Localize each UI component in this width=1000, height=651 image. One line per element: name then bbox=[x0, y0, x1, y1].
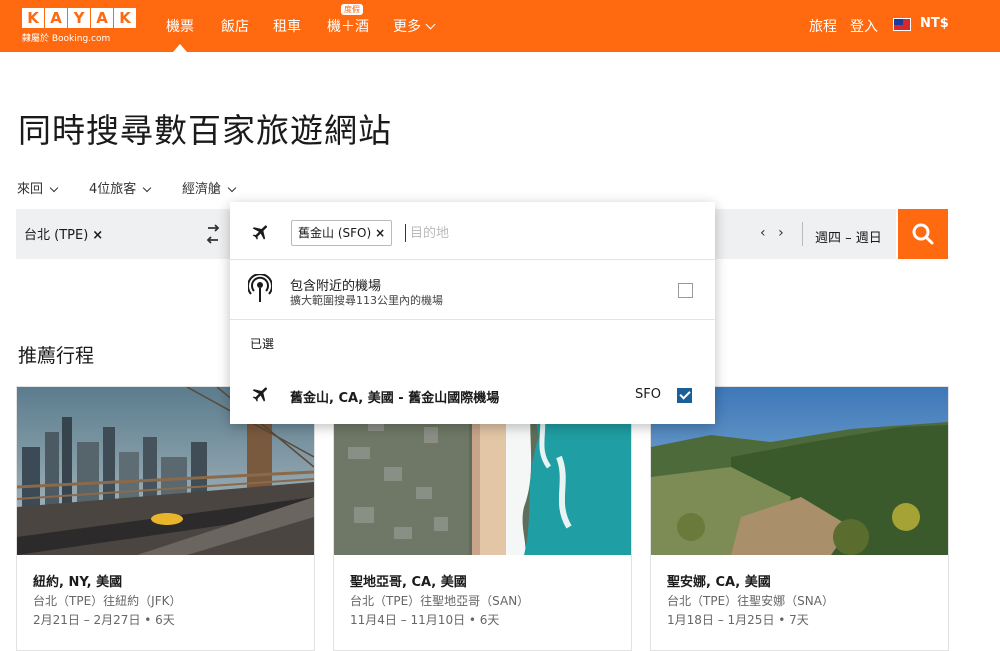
trip-card-new-york[interactable]: 紐約, NY, 美國 台北（TPE）往紐約（JFK） 2月21日 – 2月27日… bbox=[16, 386, 315, 651]
trip-card-san-diego[interactable]: 聖地亞哥, CA, 美國 台北（TPE）往聖地亞哥（SAN） 11月4日 – 1… bbox=[333, 386, 632, 651]
logo-letter: K bbox=[22, 8, 44, 28]
logo-letter: A bbox=[91, 8, 113, 28]
kayak-logo[interactable]: K A Y A K 隸屬於 Booking.com bbox=[22, 8, 136, 44]
card-dates: 11月4日 – 11月10日 • 6天 bbox=[350, 613, 500, 627]
nav-flights[interactable]: 機票 bbox=[166, 16, 194, 52]
nearby-airports-option[interactable]: 包含附近的機場 擴大範圍搜尋113公里內的機場 bbox=[230, 260, 715, 320]
cabin-dropdown[interactable]: 經濟艙 bbox=[182, 178, 237, 197]
origin-field[interactable]: 台北 (TPE) × bbox=[16, 209, 206, 259]
airplane-icon bbox=[252, 387, 267, 402]
selected-airport-row[interactable]: 舊金山, CA, 美國 - 舊金山國際機場 SFO bbox=[230, 374, 715, 416]
divider bbox=[802, 222, 803, 246]
selected-airport-name: 舊金山, CA, 美國 - 舊金山國際機場 bbox=[290, 391, 500, 406]
travelers-label: 4位旅客 bbox=[89, 182, 137, 197]
card-dates: 2月21日 – 2月27日 • 6天 bbox=[33, 613, 175, 627]
travelers-dropdown[interactable]: 4位旅客 bbox=[89, 178, 152, 197]
nav-cars[interactable]: 租車 bbox=[273, 16, 301, 36]
vacation-badge: 度假 bbox=[341, 4, 363, 15]
logo-letter: K bbox=[114, 8, 136, 28]
card-dates: 1月18日 – 1月25日 • 7天 bbox=[667, 613, 809, 627]
destination-input[interactable] bbox=[410, 220, 690, 246]
card-destination: 紐約, NY, 美國 bbox=[33, 575, 123, 590]
selected-airport-checkbox[interactable] bbox=[677, 388, 692, 403]
swap-icon[interactable] bbox=[206, 224, 220, 244]
nav-hotels[interactable]: 飯店 bbox=[221, 16, 249, 36]
nav-login[interactable]: 登入 bbox=[850, 16, 878, 36]
logo-letter: Y bbox=[68, 8, 90, 28]
chevron-down-icon bbox=[143, 183, 152, 193]
chevron-down-icon bbox=[49, 183, 59, 193]
recommended-title: 推薦行程 bbox=[18, 345, 95, 367]
logo-subtitle: 隸屬於 Booking.com bbox=[22, 34, 111, 44]
origin-chip[interactable]: 台北 (TPE) × bbox=[24, 224, 103, 243]
destination-chip[interactable]: 舊金山 (SFO) × bbox=[291, 220, 393, 246]
nearby-airports-checkbox[interactable] bbox=[678, 283, 693, 298]
logo-letters: K A Y A K bbox=[22, 8, 136, 28]
card-destination: 聖安娜, CA, 美國 bbox=[667, 575, 771, 590]
destination-chip-label: 舊金山 (SFO) bbox=[298, 226, 372, 240]
top-navigation-bar: K A Y A K 隸屬於 Booking.com 機票 飯店 租車 度假 機＋… bbox=[0, 0, 1000, 52]
card-route: 台北（TPE）往聖安娜（SNA） bbox=[667, 594, 834, 608]
logo-letter: A bbox=[45, 8, 67, 28]
chevron-down-icon bbox=[227, 183, 237, 193]
currency-selector[interactable]: NT$ bbox=[920, 16, 949, 31]
previous-date-button[interactable]: ‹ bbox=[760, 225, 766, 241]
nav-packages[interactable]: 機＋酒 bbox=[327, 16, 369, 36]
remove-destination-icon[interactable]: × bbox=[375, 226, 385, 240]
search-button[interactable] bbox=[898, 209, 948, 259]
trip-card-santa-ana[interactable]: 聖安娜, CA, 美國 台北（TPE）往聖安娜（SNA） 1月18日 – 1月2… bbox=[650, 386, 949, 651]
airplane-icon bbox=[252, 225, 267, 240]
card-route: 台北（TPE）往聖地亞哥（SAN） bbox=[350, 594, 530, 608]
text-cursor bbox=[405, 224, 406, 242]
date-field[interactable]: 週四 – 週日 bbox=[815, 227, 882, 246]
taiwan-flag-icon[interactable] bbox=[893, 18, 911, 31]
date-navigation: ‹ › bbox=[760, 225, 784, 241]
chevron-down-icon bbox=[425, 19, 436, 30]
remove-origin-icon[interactable]: × bbox=[92, 228, 103, 243]
selected-airport-code: SFO bbox=[635, 387, 661, 402]
nav-more[interactable]: 更多 bbox=[393, 16, 436, 36]
nearby-radar-icon bbox=[248, 274, 272, 302]
card-destination: 聖地亞哥, CA, 美國 bbox=[350, 575, 467, 590]
next-date-button[interactable]: › bbox=[778, 225, 784, 241]
selected-section-label: 已選 bbox=[250, 337, 275, 351]
origin-chip-label: 台北 (TPE) bbox=[24, 228, 89, 243]
nav-more-label: 更多 bbox=[393, 19, 421, 35]
cabin-label: 經濟艙 bbox=[182, 182, 222, 197]
destination-input-row: 舊金山 (SFO) × bbox=[230, 202, 715, 260]
search-icon bbox=[912, 223, 934, 245]
trip-type-label: 來回 bbox=[17, 182, 44, 197]
trip-type-dropdown[interactable]: 來回 bbox=[17, 178, 59, 197]
nav-trips[interactable]: 旅程 bbox=[809, 16, 837, 36]
card-route: 台北（TPE）往紐約（JFK） bbox=[33, 594, 182, 608]
destination-dropdown: 舊金山 (SFO)× 包含附近的機場 擴大範圍搜尋113公里內的機場 已選 舊金… bbox=[230, 202, 715, 424]
nearby-airports-subtitle: 擴大範圍搜尋113公里內的機場 bbox=[290, 294, 443, 307]
page-title: 同時搜尋數百家旅遊網站 bbox=[18, 111, 392, 150]
